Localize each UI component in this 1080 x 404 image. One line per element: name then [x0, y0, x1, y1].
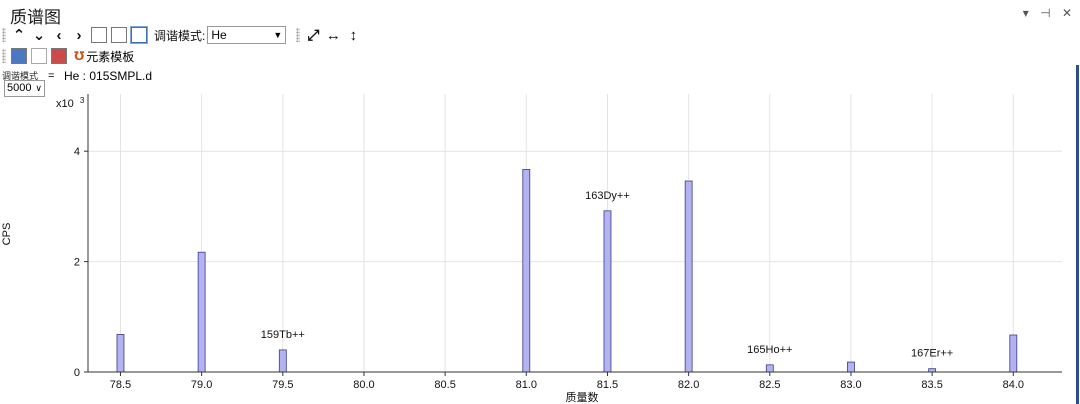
mass-spectrum-chart[interactable]: 78.5 79.0 79.5 80.0 80.5 81.0 81.5 82.0 82.5 83.0…	[0, 0, 1080, 404]
x-tick-label: 81.5	[597, 379, 618, 391]
spectrum-bar[interactable]	[522, 169, 531, 373]
x-tick-label: 82.5	[759, 379, 780, 391]
spectrum-bar[interactable]	[197, 251, 206, 373]
y-tick-label: 0	[74, 367, 80, 379]
y-multiplier-exp: 3	[80, 96, 85, 105]
x-axis-label: 质量数	[566, 391, 599, 404]
chart-ticks: 78.5 79.0 79.5 80.0 80.5 81.0 81.5 82.0 82.5 83.0…	[74, 146, 1024, 391]
peak-annotation: 159Tb++	[261, 329, 305, 341]
spectrum-bar[interactable]	[116, 334, 125, 373]
x-tick-label: 81.0	[516, 379, 537, 391]
y-tick-label: 4	[74, 146, 80, 158]
x-tick-label: 78.5	[110, 379, 131, 391]
spectrum-bar[interactable]	[603, 210, 612, 373]
x-tick-label: 79.0	[191, 379, 212, 391]
chart-bars	[116, 169, 1018, 373]
x-tick-label: 82.0	[678, 379, 699, 391]
y-multiplier-base: x10	[56, 98, 74, 110]
right-edge-border	[1076, 65, 1079, 404]
x-tick-label: 83.0	[840, 379, 861, 391]
spectrum-bar[interactable]	[765, 364, 774, 373]
y-multiplier-label: x10 3	[56, 96, 85, 110]
x-tick-label: 80.5	[434, 379, 455, 391]
spectrum-bar[interactable]	[1009, 334, 1018, 373]
y-axis-label: CPS	[1, 223, 13, 246]
x-tick-label: 84.0	[1003, 379, 1024, 391]
x-tick-label: 80.0	[353, 379, 374, 391]
chart-grid	[88, 94, 1062, 372]
x-tick-label: 79.5	[272, 379, 293, 391]
x-tick-label: 83.5	[921, 379, 942, 391]
spectrum-bar[interactable]	[684, 180, 693, 373]
y-tick-label: 2	[74, 257, 80, 269]
peak-annotation: 167Er++	[911, 348, 953, 360]
peak-annotation: 163Dy++	[585, 190, 630, 202]
spectrum-bar[interactable]	[847, 361, 855, 373]
spectrum-bar[interactable]	[278, 349, 287, 373]
chart-axes	[87, 94, 1062, 373]
peak-annotation: 165Ho++	[747, 344, 792, 356]
